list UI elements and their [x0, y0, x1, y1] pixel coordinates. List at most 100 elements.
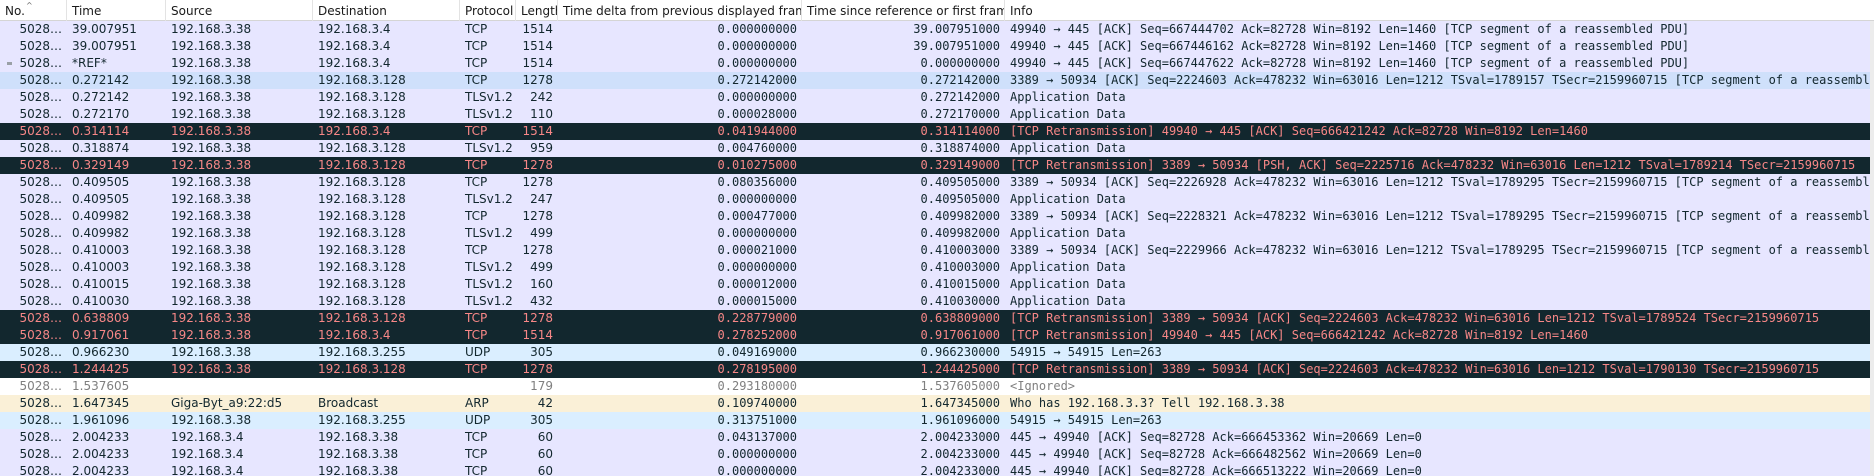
cell-time: 0.409505 — [72, 175, 130, 189]
cell-time: 2.004233 — [72, 430, 130, 444]
column-header-time-since-ref[interactable]: Time since reference or first frame — [802, 0, 1005, 21]
cell-time-delta: 0.000477000 — [717, 209, 797, 223]
cell-no: 5028… — [19, 345, 62, 359]
packet-row[interactable]: 5028… 0.410003 192.168.3.38 192.168.3.128 TC… — [0, 242, 1874, 259]
column-header-protocol[interactable]: Protocol — [460, 0, 516, 21]
cell-time: 0.329149 — [72, 158, 130, 172]
packet-row[interactable]: 5028… 0.409505 192.168.3.38 192.168.3.128 TL… — [0, 191, 1874, 208]
column-header-time-delta[interactable]: Time delta from previous displayed frame — [558, 0, 802, 21]
cell-info: 54915 → 54915 Len=263 — [1010, 413, 1162, 427]
packet-row[interactable]: 5028… 0.272142 192.168.3.38 192.168.3.128 TC… — [0, 72, 1874, 89]
packet-row[interactable]: 5028… *REF* 192.168.3.38 192.168.3.4 TCP 1514… — [0, 55, 1874, 72]
packet-row[interactable]: 5028… 2.004233 192.168.3.4 192.168.3.38 TCP 6… — [0, 463, 1874, 476]
cell-info: 445 → 49940 [ACK] Seq=82728 Ack=66645336… — [1010, 430, 1422, 444]
cell-source: 192.168.3.4 — [171, 464, 244, 476]
column-header-info[interactable]: Info — [1005, 0, 1874, 21]
cell-protocol: TCP — [465, 39, 488, 53]
cell-source: 192.168.3.38 — [171, 39, 252, 53]
packet-row[interactable]: 5028… 0.409982 192.168.3.38 192.168.3.128 TL… — [0, 225, 1874, 242]
cell-info: [TCP Retransmission] 49940 → 445 [ACK] S… — [1010, 124, 1588, 138]
packet-row[interactable]: 5028… 39.007951 192.168.3.38 192.168.3.4 TCP… — [0, 38, 1874, 55]
column-header-length[interactable]: Length — [516, 0, 558, 21]
packet-row[interactable]: 5028… 0.410015 192.168.3.38 192.168.3.128 TL… — [0, 276, 1874, 293]
packet-row[interactable]: 5028… 0.409982 192.168.3.38 192.168.3.128 TC… — [0, 208, 1874, 225]
packet-row[interactable]: 5028… 39.007951 192.168.3.38 192.168.3.4 TCP… — [0, 21, 1874, 38]
packet-row[interactable]: 5028… 0.314114 192.168.3.38 192.168.3.4 TCP 1… — [0, 123, 1874, 140]
packet-row[interactable]: 5028… 0.410030 192.168.3.38 192.168.3.128 TL… — [0, 293, 1874, 310]
packet-row[interactable]: 5028… 1.244425 192.168.3.38 192.168.3.128 TC… — [0, 361, 1874, 378]
cell-length: 1278 — [522, 243, 553, 257]
cell-source: 192.168.3.38 — [171, 56, 252, 70]
cell-info: Application Data — [1010, 141, 1126, 155]
cell-source: 192.168.3.38 — [171, 362, 252, 376]
cell-no: 5028… — [19, 464, 62, 476]
packet-row[interactable]: 5028… 2.004233 192.168.3.4 192.168.3.38 TCP 6… — [0, 429, 1874, 446]
cell-time-delta: 0.000015000 — [717, 294, 797, 308]
cell-time-since-ref: 0.410030000 — [920, 294, 1000, 308]
cell-time-delta: 0.000000000 — [717, 192, 797, 206]
column-header-source[interactable]: Source — [166, 0, 313, 21]
cell-length: 60 — [537, 447, 553, 461]
cell-info: Application Data — [1010, 90, 1126, 104]
cell-time-delta: 0.000028000 — [717, 107, 797, 121]
cell-no: 5028… — [19, 192, 62, 206]
cell-source: 192.168.3.38 — [171, 311, 252, 325]
cell-length: 42 — [537, 396, 553, 410]
cell-destination: Broadcast — [318, 396, 379, 410]
packet-row[interactable]: 5028… 0.329149 192.168.3.38 192.168.3.128 TC… — [0, 157, 1874, 174]
cell-no: 5028… — [19, 294, 62, 308]
cell-time: 0.272142 — [72, 90, 130, 104]
cell-time-delta: 0.080356000 — [717, 175, 797, 189]
cell-source: 192.168.3.38 — [171, 90, 252, 104]
packet-list[interactable]: No. ^ Time Source Destination Protocol Le… — [0, 0, 1874, 476]
cell-protocol: TCP — [465, 243, 488, 257]
column-header-destination[interactable]: Destination — [313, 0, 460, 21]
packet-row[interactable]: 5028… 0.410003 192.168.3.38 192.168.3.128 TL… — [0, 259, 1874, 276]
cell-destination: 192.168.3.128 — [318, 311, 406, 325]
cell-no: 5028… — [19, 158, 62, 172]
cell-no: 5028… — [19, 209, 62, 223]
cell-source: 192.168.3.38 — [171, 22, 252, 36]
cell-length: 1278 — [522, 311, 553, 325]
cell-source: 192.168.3.38 — [171, 209, 252, 223]
cell-time: 0.409982 — [72, 209, 130, 223]
packet-row[interactable]: 5028… 0.966230 192.168.3.38 192.168.3.255 UD… — [0, 344, 1874, 361]
packet-row[interactable]: 5028… 2.004233 192.168.3.4 192.168.3.38 TCP 6… — [0, 446, 1874, 463]
column-header-time[interactable]: Time — [67, 0, 166, 21]
cell-protocol: TCP — [465, 73, 488, 87]
packet-row[interactable]: 5028… 1.647345 Giga-Byt_a9:22:d5 Broadcast A… — [0, 395, 1874, 412]
cell-time-delta: 0.109740000 — [717, 396, 797, 410]
cell-protocol: TCP — [465, 56, 488, 70]
packet-row[interactable]: 5028… 1.537605 179 0.293180000 1.537605000 <I… — [0, 378, 1874, 395]
packet-row[interactable]: 5028… 0.318874 192.168.3.38 192.168.3.128 TL… — [0, 140, 1874, 157]
cell-time-delta: 0.004760000 — [717, 141, 797, 155]
cell-destination: 192.168.3.128 — [318, 73, 406, 87]
cell-length: 1278 — [522, 209, 553, 223]
cell-destination: 192.168.3.128 — [318, 243, 406, 257]
cell-destination: 192.168.3.4 — [318, 328, 391, 342]
cell-time-since-ref: 0.410003000 — [920, 260, 1000, 274]
packet-row[interactable]: 5028… 0.272170 192.168.3.38 192.168.3.128 TL… — [0, 106, 1874, 123]
packet-row[interactable]: 5028… 0.917061 192.168.3.38 192.168.3.4 TCP 1… — [0, 327, 1874, 344]
vertical-scrollbar[interactable] — [1870, 21, 1874, 476]
cell-length: 305 — [530, 345, 553, 359]
cell-source: 192.168.3.38 — [171, 141, 252, 155]
cell-time-since-ref: 0.966230000 — [920, 345, 1000, 359]
cell-time-delta: 0.000000000 — [717, 56, 797, 70]
cell-destination: 192.168.3.4 — [318, 56, 391, 70]
cell-info: 49940 → 445 [ACK] Seq=667444702 Ack=8272… — [1010, 22, 1690, 36]
packet-row[interactable]: 5028… 1.961096 192.168.3.38 192.168.3.255 UD… — [0, 412, 1874, 429]
cell-length: 179 — [530, 379, 553, 393]
cell-protocol: TLSv1.2 — [465, 294, 513, 308]
cell-no: 5028… — [19, 328, 62, 342]
cell-info: 3389 → 50934 [ACK] Seq=2226928 Ack=47823… — [1010, 175, 1874, 189]
packet-row[interactable]: 5028… 0.638809 192.168.3.38 192.168.3.128 TC… — [0, 310, 1874, 327]
cell-length: 1278 — [522, 73, 553, 87]
column-header-no[interactable]: No. ^ — [0, 0, 67, 21]
packet-row[interactable]: 5028… 0.409505 192.168.3.38 192.168.3.128 TC… — [0, 174, 1874, 191]
cell-protocol: TCP — [465, 430, 488, 444]
cell-time-since-ref: 39.007951000 — [913, 39, 1000, 53]
cell-time-since-ref: 0.917061000 — [920, 328, 1000, 342]
cell-no: 5028… — [19, 175, 62, 189]
packet-row[interactable]: 5028… 0.272142 192.168.3.38 192.168.3.128 TL… — [0, 89, 1874, 106]
